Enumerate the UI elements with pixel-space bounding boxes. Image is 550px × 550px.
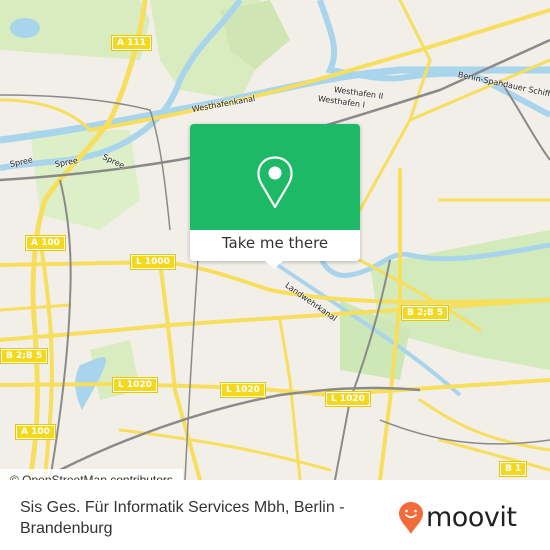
popup-header	[190, 124, 360, 230]
map-pin-icon	[257, 156, 293, 208]
road-shield-b2b5: B 2;B 5	[0, 348, 49, 364]
road-shield-l1020: L 1020	[220, 382, 266, 398]
road-shield-a100: A 100	[25, 235, 66, 251]
road-shield-l1000: L 1000	[130, 254, 176, 270]
water-spree-east	[317, 0, 550, 118]
place-title: Sis Ges. Für Informatik Services Mbh, Be…	[20, 499, 345, 537]
road-shield-b1: B 1	[498, 461, 528, 477]
road-shield-l1020: L 1020	[112, 377, 158, 393]
road-shield-a111: A 111	[111, 35, 152, 51]
water-pond	[10, 18, 40, 38]
popup-footer: Take me there	[190, 230, 360, 261]
map[interactable]: A 111 A 100 L 1000 B 2;B 5 B 2;B 5 L 102…	[0, 0, 550, 480]
road-shield-b2b5: B 2;B 5	[400, 305, 450, 321]
road-ns-1	[158, 260, 202, 480]
moovit-logo[interactable]: moovit	[398, 501, 517, 535]
moovit-pin-icon	[399, 502, 423, 534]
road-shield-a100: A 100	[15, 424, 56, 440]
popup: Take me there	[190, 124, 360, 269]
footer: Sis Ges. Für Informatik Services Mbh, Be…	[0, 491, 550, 550]
road-ns-3	[278, 318, 302, 480]
popup-pointer	[264, 260, 284, 269]
moovit-wordmark: moovit	[426, 502, 517, 533]
rail-line	[379, 419, 550, 445]
take-me-there-button[interactable]: Take me there	[190, 230, 360, 256]
map-attribution[interactable]: © OpenStreetMap contributors	[0, 469, 183, 480]
road-shield-l1020: L 1020	[325, 391, 371, 407]
